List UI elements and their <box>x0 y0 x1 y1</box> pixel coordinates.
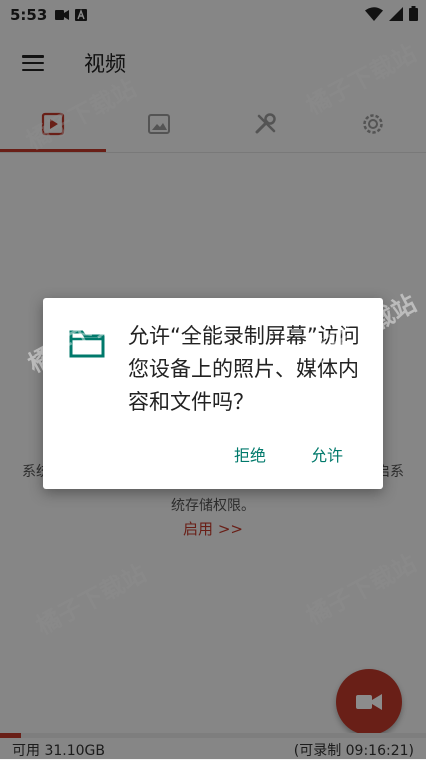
deny-button[interactable]: 拒绝 <box>234 442 266 466</box>
allow-button[interactable]: 允许 <box>311 442 343 466</box>
